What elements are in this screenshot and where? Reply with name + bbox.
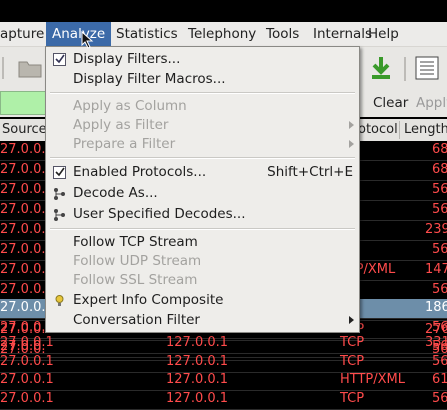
menu-item-expert-info-composite[interactable]: Expert Info Composite: [46, 290, 359, 310]
packet-length: 239: [425, 222, 447, 237]
colorize-list-icon[interactable]: [412, 53, 442, 83]
packet-source: 27.0.0.: [0, 262, 46, 277]
packet-length: 56: [432, 354, 447, 369]
packet-source: 27.0.0.1: [0, 391, 54, 406]
menu-item-follow-ssl-stream: Follow SSL Stream: [73, 272, 198, 288]
decode-tree-icon: [53, 207, 66, 221]
packet-length: 331: [425, 335, 447, 350]
packet-source: 27.0.0.: [0, 320, 46, 335]
packet-length: 56: [432, 391, 447, 406]
column-length[interactable]: Length: [404, 119, 447, 141]
packet-row[interactable]: 27.0.0.1 127.0.0.1 TCP 56: [0, 390, 447, 410]
packet-source: 27.0.0.: [0, 282, 46, 297]
submenu-arrow-icon: [349, 121, 354, 129]
packet-length: 61: [432, 372, 447, 387]
toolbar-separator-icon: [404, 57, 406, 81]
menu-help[interactable]: Help: [362, 22, 405, 46]
menubar: apture Analyze Statistics Telephony Tool…: [0, 22, 447, 47]
lightbulb-icon: [53, 293, 66, 306]
packet-destination: 127.0.0.1: [166, 372, 229, 387]
packet-length: 186: [425, 300, 447, 315]
shortcut-label: Shift+Ctrl+E: [267, 164, 353, 180]
packet-protocol: TCP: [340, 354, 365, 369]
packet-length: 68: [432, 162, 447, 177]
packet-protocol: TCP: [340, 391, 365, 406]
packet-destination: 127.0.0.1: [166, 391, 229, 406]
menu-separator: [50, 92, 355, 94]
column-separator: [399, 121, 400, 139]
packet-protocol: TCP: [340, 335, 365, 350]
menu-statistics[interactable]: Statistics: [110, 22, 184, 46]
packet-source: 27.0.0.1: [0, 335, 54, 350]
filter-icon: [53, 52, 66, 66]
packet-length: 147: [425, 262, 447, 277]
toolbar-separator-icon: [0, 53, 8, 83]
packet-source: 27.0.0.: [0, 142, 46, 157]
packet-source: 27.0.0.1: [0, 354, 54, 369]
menu-item-apply-as-column: Apply as Column: [73, 98, 187, 114]
column-source[interactable]: Source: [2, 119, 47, 141]
packet-source: 27.0.0.: [0, 202, 46, 217]
packet-source: 27.0.0.: [0, 300, 46, 315]
packet-length: 56: [432, 320, 447, 335]
packet-destination: 127.0.0.1: [166, 335, 229, 350]
packet-source: 27.0.0.: [0, 182, 46, 197]
column-protocol[interactable]: otocol: [358, 119, 398, 141]
packet-length: 56: [432, 182, 447, 197]
packet-source: 27.0.0.: [0, 162, 46, 177]
menu-item-prepare-a-filter: Prepare a Filter: [46, 134, 359, 154]
checkbox-checked-icon: [53, 165, 66, 179]
clear-filter-button[interactable]: Clear: [373, 89, 408, 117]
go-to-last-packet-icon[interactable]: [366, 53, 396, 83]
packet-length: 68: [432, 142, 447, 157]
menu-item-decode-as[interactable]: Decode As...: [46, 183, 359, 203]
menu-item-follow-udp-stream: Follow UDP Stream: [73, 253, 202, 269]
packet-row[interactable]: 27.0.0.1 127.0.0.1 TCP 56: [0, 353, 447, 373]
menu-item-display-filter-macros[interactable]: Display Filter Macros...: [46, 69, 359, 89]
menu-item-apply-as-filter: Apply as Filter: [46, 115, 359, 135]
decode-tree-icon: [53, 186, 66, 200]
packet-source: 27.0.0.: [0, 222, 46, 237]
menu-telephony[interactable]: Telephony: [182, 22, 262, 46]
menu-item-enabled-protocols[interactable]: Enabled Protocols... Shift+Ctrl+E: [46, 162, 359, 182]
submenu-arrow-icon: [349, 140, 354, 148]
open-file-icon[interactable]: [16, 53, 46, 83]
packet-destination: 127.0.0.1: [166, 354, 229, 369]
packet-source: 27.0.0.: [0, 242, 46, 257]
packet-length: 56: [432, 282, 447, 297]
packet-length: 56: [432, 202, 447, 217]
menu-separator: [50, 157, 355, 159]
mouse-pointer-icon: [81, 30, 95, 49]
analyze-menu: Display Filters... Display Filter Macros…: [45, 46, 360, 333]
menu-analyze[interactable]: Analyze: [46, 22, 112, 46]
menu-item-user-specified-decodes[interactable]: User Specified Decodes...: [46, 204, 359, 224]
packet-row[interactable]: 27.0.0.1 127.0.0.1 TCP 331: [0, 334, 447, 354]
apply-filter-button[interactable]: Apply: [416, 89, 447, 117]
menu-item-follow-tcp-stream[interactable]: Follow TCP Stream: [46, 232, 359, 252]
submenu-arrow-icon: [349, 316, 354, 324]
menu-item-conversation-filter[interactable]: Conversation Filter: [46, 310, 359, 330]
packet-protocol: HTTP/XML: [340, 372, 406, 387]
packet-source: 27.0.0.1: [0, 372, 54, 387]
packet-row[interactable]: 27.0.0.1 127.0.0.1 HTTP/XML 61: [0, 371, 447, 391]
menu-separator: [50, 228, 355, 230]
menu-item-display-filters[interactable]: Display Filters...: [46, 49, 359, 69]
packet-length: 56: [432, 242, 447, 257]
menu-tools[interactable]: Tools: [260, 22, 305, 46]
menu-capture[interactable]: apture: [0, 22, 50, 46]
